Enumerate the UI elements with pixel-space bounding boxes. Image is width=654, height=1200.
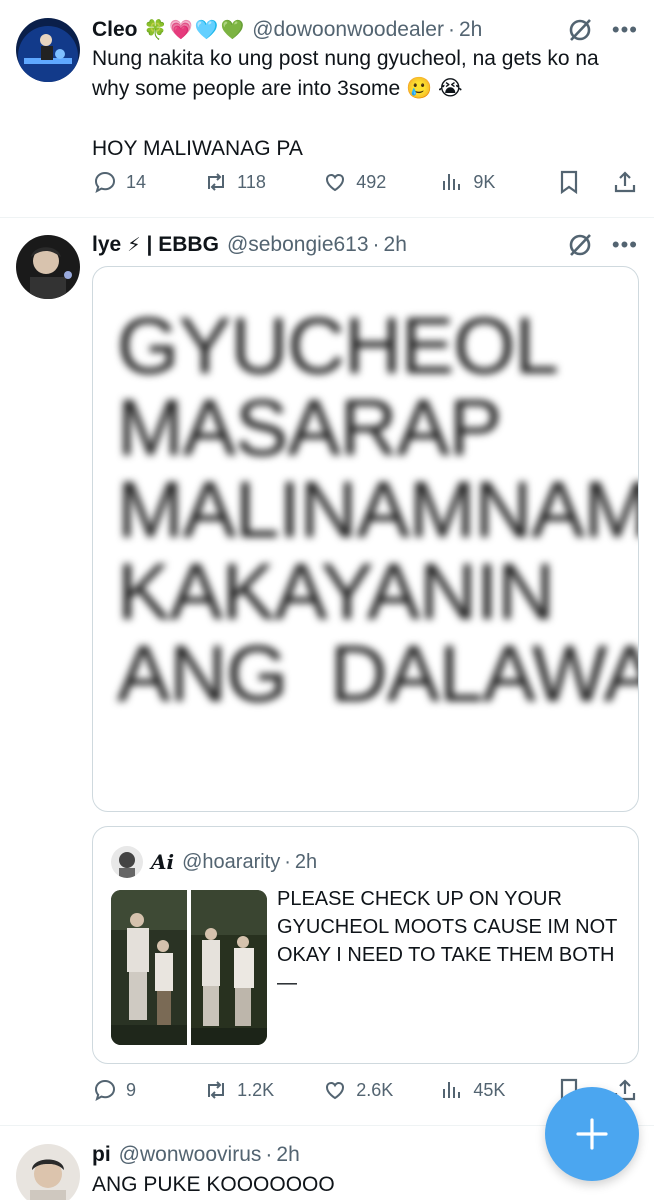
- handle[interactable]: @dowoonwoodealer: [252, 18, 444, 42]
- grok-icon[interactable]: [566, 16, 594, 44]
- quoted-photo-2: [191, 890, 267, 1045]
- lightning-emoji: ⚡: [127, 234, 141, 256]
- tweet-cleo[interactable]: Cleo 🍀 💗 🩵 💚 @dowoonwoodealer · 2h ••• N…: [0, 0, 654, 217]
- tweet-lye[interactable]: lye ⚡ | EBBG @sebongie613 · 2h ••• GYUCH…: [0, 218, 654, 1124]
- handle[interactable]: @wonwoovirus: [119, 1143, 262, 1167]
- separator-dot: ·: [447, 18, 455, 41]
- quoted-photo-1: [111, 890, 187, 1045]
- view-count: 9K: [473, 171, 496, 192]
- tweet-actions: 9 1.2K 2.6K 45K: [92, 1075, 638, 1105]
- green-heart-emoji: 💚: [220, 20, 245, 41]
- avatar[interactable]: [16, 1144, 80, 1200]
- tweet-text: Nung nakita ko ung post nung gyucheol, n…: [92, 47, 599, 160]
- like-icon: [326, 173, 345, 192]
- more-icon[interactable]: •••: [612, 234, 638, 256]
- share-icon: [614, 171, 636, 193]
- bookmark-icon: [561, 170, 578, 195]
- timestamp[interactable]: 2h: [276, 1143, 299, 1167]
- like-count: 2.6K: [356, 1079, 394, 1100]
- pink-heart-emoji: 💗: [169, 20, 193, 41]
- reply-button[interactable]: 14: [92, 169, 203, 195]
- compose-button[interactable]: [545, 1087, 639, 1181]
- reply-count: 9: [126, 1079, 137, 1100]
- display-name[interactable]: pi: [92, 1143, 111, 1167]
- separator-dot: ·: [372, 233, 380, 256]
- like-button[interactable]: 2.6K: [322, 1077, 439, 1103]
- blurred-image-text: GYUCHEOL MASARAP MALINAMNAM KAKAYANIN AN…: [117, 301, 639, 718]
- quoted-tweet-header: Ai @hoararity · 2h: [111, 845, 317, 879]
- avatar[interactable]: [16, 18, 80, 82]
- tweet-header: lye ⚡ | EBBG @sebongie613 · 2h •••: [92, 230, 638, 260]
- more-icon[interactable]: •••: [612, 19, 638, 41]
- handle[interactable]: @sebongie613: [227, 233, 369, 257]
- quoted-display-name: Ai: [151, 850, 175, 874]
- separator-dot: ·: [284, 850, 291, 873]
- separator-dot: ·: [265, 1143, 273, 1166]
- name-emoji-badges: ⚡: [127, 234, 140, 257]
- display-name-suffix: | EBBG: [146, 233, 219, 256]
- name-emoji-badges: 🍀 💗 🩵 💚: [144, 18, 245, 42]
- tweet-header: pi @wonwoovirus · 2h: [92, 1140, 534, 1170]
- repost-button[interactable]: 118: [203, 169, 322, 195]
- display-name[interactable]: lye: [92, 233, 121, 257]
- views-button[interactable]: 9K: [439, 169, 556, 195]
- grok-icon[interactable]: [566, 231, 594, 259]
- reply-count: 14: [126, 171, 147, 192]
- tweet-header: Cleo 🍀 💗 🩵 💚 @dowoonwoodealer · 2h •••: [92, 15, 638, 45]
- repost-icon: [208, 1081, 225, 1099]
- like-button[interactable]: 492: [322, 169, 439, 195]
- like-count: 492: [356, 171, 387, 192]
- tweet-image[interactable]: GYUCHEOL MASARAP MALINAMNAM KAKAYANIN AN…: [92, 266, 639, 812]
- reply-button[interactable]: 9: [92, 1077, 203, 1103]
- timestamp[interactable]: 2h: [384, 233, 407, 257]
- repost-button[interactable]: 1.2K: [203, 1077, 322, 1103]
- compose-plus-icon: [576, 1118, 608, 1150]
- timestamp[interactable]: 2h: [459, 18, 482, 42]
- quoted-avatar: [111, 846, 143, 878]
- display-name[interactable]: Cleo: [92, 18, 138, 42]
- quoted-timestamp: 2h: [294, 850, 318, 873]
- light-blue-heart-emoji: 🩵: [194, 20, 219, 41]
- quoted-handle: @hoararity: [182, 850, 281, 873]
- quoted-tweet[interactable]: Ai @hoararity · 2h PLEASE CHECK UP ON YO…: [92, 826, 639, 1064]
- share-button[interactable]: [612, 169, 638, 195]
- bookmark-button[interactable]: [556, 169, 612, 195]
- quoted-media: [111, 890, 267, 1045]
- reply-icon: [94, 171, 116, 194]
- clover-emoji: 🍀: [143, 20, 168, 41]
- reply-icon: [94, 1079, 116, 1102]
- repost-count: 118: [237, 171, 266, 192]
- tweet-actions: 14 118 492 9K: [92, 167, 638, 197]
- views-icon: [443, 174, 461, 190]
- views-button[interactable]: 45K: [439, 1077, 556, 1103]
- view-count: 45K: [473, 1079, 506, 1100]
- views-icon: [443, 1082, 461, 1098]
- repost-count: 1.2K: [237, 1079, 275, 1100]
- like-icon: [326, 1081, 345, 1100]
- repost-icon: [208, 173, 225, 191]
- avatar[interactable]: [16, 235, 80, 299]
- quoted-tweet-text: PLEASE CHECK UP ON YOUR GYUCHEOL MOOTS C…: [277, 888, 618, 994]
- tweet-text: ANG PUKE KOOOOOOO: [92, 1173, 335, 1196]
